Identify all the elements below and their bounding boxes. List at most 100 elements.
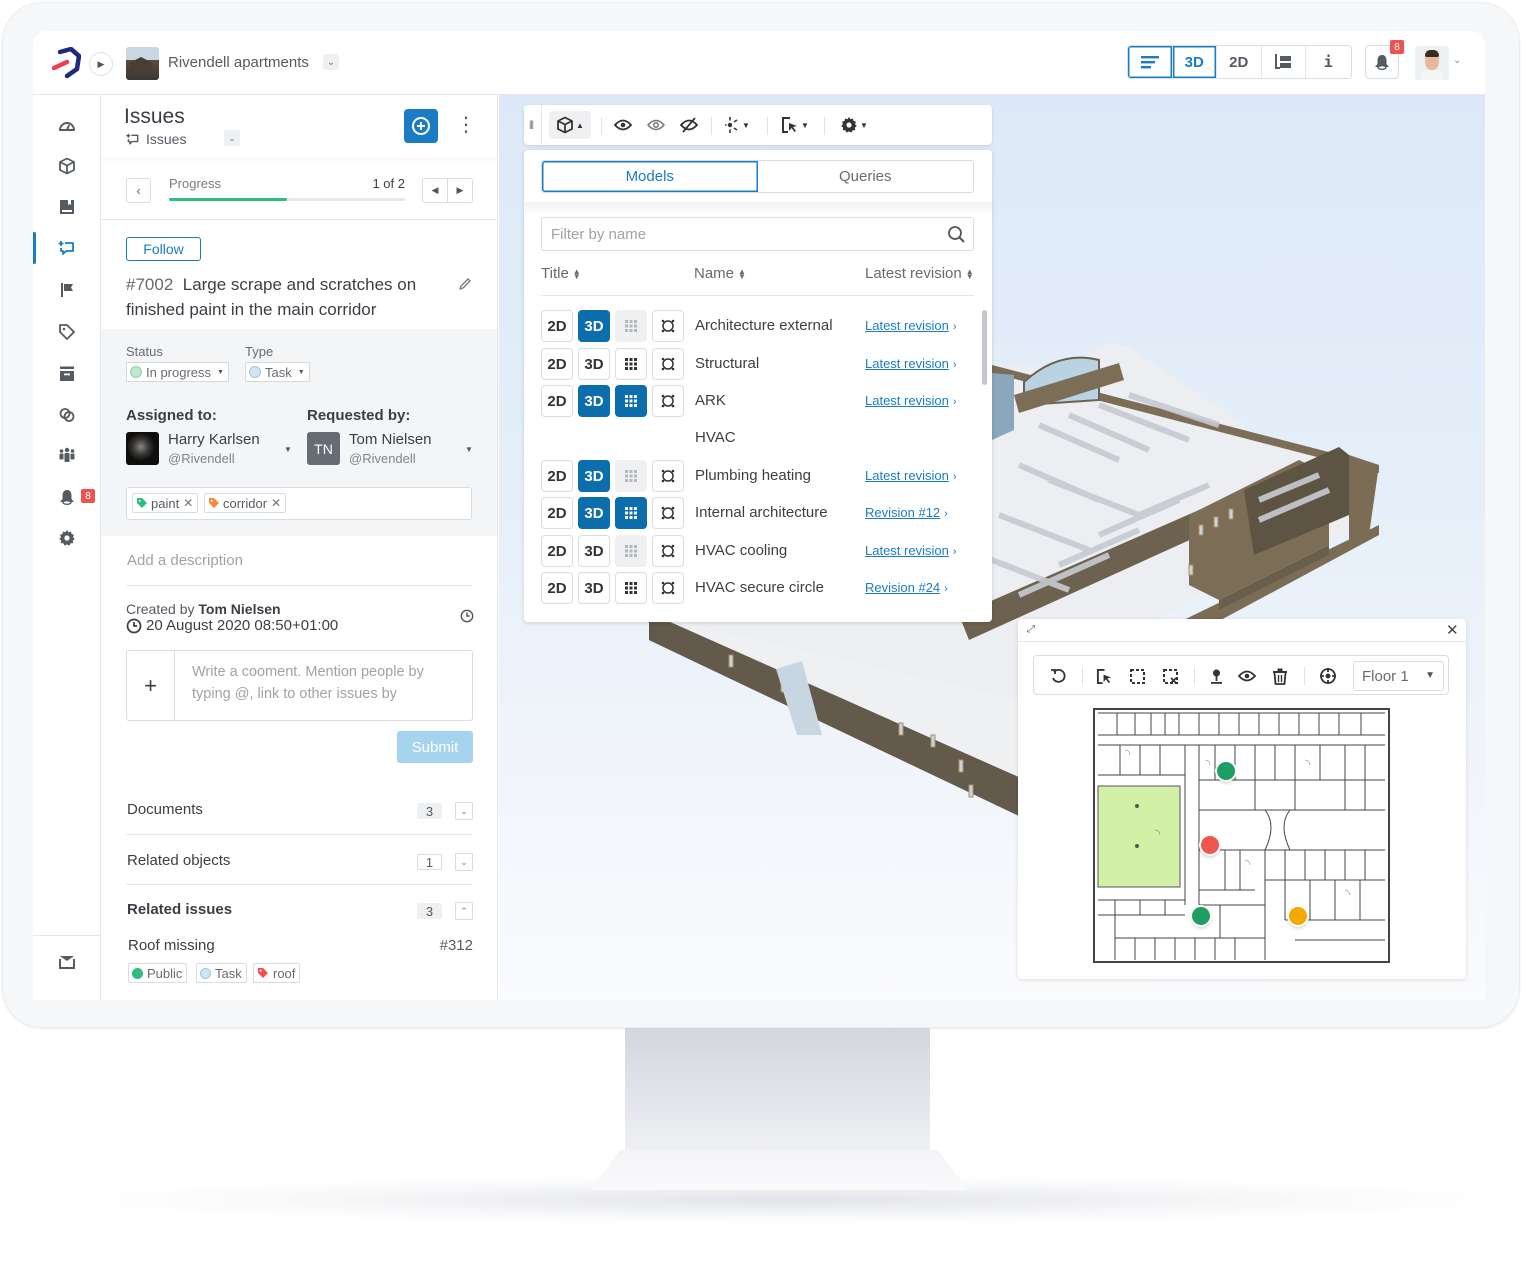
toggle-3d-button[interactable]: 3D: [578, 348, 610, 380]
toggle-grid-button[interactable]: [615, 385, 647, 417]
select-tool-button[interactable]: ▼: [779, 111, 811, 139]
model-row[interactable]: 2D 3D Internal architecture Revision #12 ›: [541, 497, 981, 531]
isolate-model-button[interactable]: [652, 310, 684, 342]
search-icon[interactable]: [947, 225, 966, 249]
revision-link-text[interactable]: Revision #24: [865, 580, 940, 595]
place-pin-button[interactable]: [1205, 665, 1227, 687]
description-field[interactable]: Add a description: [127, 552, 243, 569]
hide-button[interactable]: [678, 111, 700, 139]
chevron-up-icon[interactable]: ⌃: [455, 902, 473, 920]
issue-list-selector[interactable]: Issues: [146, 131, 186, 147]
sidebar-item-settings[interactable]: [55, 526, 79, 550]
toggle-2d-button[interactable]: 2D: [541, 535, 573, 567]
toggle-2d-button[interactable]: 2D: [541, 385, 573, 417]
toggle-2d-button[interactable]: 2D: [541, 497, 573, 529]
isolate-model-button[interactable]: [652, 348, 684, 380]
requester-name[interactable]: Tom Nielsen: [349, 431, 432, 448]
column-title[interactable]: Title ▲ ▼: [541, 265, 581, 282]
section-documents[interactable]: Documents 3 ⌄: [127, 801, 474, 821]
model-row[interactable]: 2D 3D Structural Latest revision ›: [541, 348, 981, 382]
settings-menu-button[interactable]: ▼: [838, 111, 870, 139]
more-options-icon[interactable]: ⋮: [456, 115, 476, 135]
toggle-3d-button[interactable]: 3D: [578, 310, 610, 342]
model-row[interactable]: 2D 3D ARK Latest revision ›: [541, 385, 981, 419]
sidebar-item-tags[interactable]: [55, 320, 79, 344]
sidebar-item-notifications[interactable]: [55, 485, 79, 509]
user-avatar[interactable]: [1415, 46, 1449, 80]
issue-title[interactable]: #7002 Large scrape and scratches on fini…: [126, 272, 446, 322]
sidebar-item-inbox[interactable]: [55, 950, 79, 974]
issue-marker-green[interactable]: [1192, 907, 1210, 925]
filter-input[interactable]: [542, 218, 942, 250]
section-related-issues[interactable]: Related issues 3 ⌃: [127, 901, 474, 921]
sidebar-item-flags[interactable]: [55, 278, 79, 302]
chevron-down-icon[interactable]: ⌄: [224, 130, 240, 146]
floor-select[interactable]: Floor 1 ▼: [1353, 661, 1444, 691]
chevron-down-icon[interactable]: ⌄: [455, 802, 473, 820]
floor-plan-map[interactable]: [1093, 708, 1390, 963]
revision-link-text[interactable]: Latest revision: [865, 468, 949, 483]
isolate-model-button[interactable]: [652, 385, 684, 417]
3d-viewer[interactable]: ||| ▲ ▼ ▼ ▼ Models Queries Filter by nam…: [499, 95, 1485, 1000]
revision-link-text[interactable]: Latest revision: [865, 543, 949, 558]
revision-link-text[interactable]: Latest revision: [865, 393, 949, 408]
tags-input[interactable]: paint ✕ corridor ✕: [126, 487, 472, 520]
isolate-model-button[interactable]: [652, 460, 684, 492]
related-issue-title[interactable]: Roof missing: [128, 937, 215, 954]
toggle-grid-button[interactable]: [615, 572, 647, 604]
isolate-model-button[interactable]: [652, 497, 684, 529]
expand-icon[interactable]: ⤢: [1027, 624, 1035, 635]
follow-button[interactable]: Follow: [126, 237, 201, 261]
column-latest-revision[interactable]: Latest revision ▲ ▼: [865, 265, 974, 282]
sidebar-item-dashboard[interactable]: [55, 114, 79, 138]
explode-button[interactable]: ▼: [722, 111, 752, 139]
locate-button[interactable]: [1317, 665, 1339, 687]
chevron-down-icon[interactable]: ⌄: [1453, 55, 1461, 66]
revision-link[interactable]: Latest revision ›: [865, 318, 957, 333]
back-button[interactable]: ‹: [126, 178, 151, 203]
view-mode-2d-button[interactable]: 2D: [1217, 46, 1262, 78]
drag-handle[interactable]: |||: [529, 119, 534, 129]
model-row[interactable]: 2D 3D HVAC cooling Latest revision ›: [541, 535, 981, 569]
show-button[interactable]: [612, 111, 634, 139]
sidebar-item-issues[interactable]: [55, 237, 79, 261]
toggle-3d-button[interactable]: 3D: [578, 385, 610, 417]
revision-link[interactable]: Latest revision ›: [865, 393, 957, 408]
view-mode-info-button[interactable]: i: [1306, 46, 1351, 78]
revision-link[interactable]: Latest revision ›: [865, 468, 957, 483]
toggle-2d-button[interactable]: 2D: [541, 572, 573, 604]
edit-title-button[interactable]: [458, 277, 472, 296]
close-icon[interactable]: ✕: [1446, 621, 1459, 639]
add-issue-button[interactable]: [404, 109, 438, 143]
assignee-dropdown-icon[interactable]: ▼: [284, 445, 292, 454]
next-issue-button[interactable]: ▶: [448, 179, 472, 202]
toggle-2d-button[interactable]: 2D: [541, 348, 573, 380]
revision-link-text[interactable]: Latest revision: [865, 318, 949, 333]
requester-dropdown-icon[interactable]: ▼: [465, 445, 473, 454]
isolate-model-button[interactable]: [652, 572, 684, 604]
type-select[interactable]: Task ▼: [245, 362, 310, 382]
toggle-grid-button[interactable]: [615, 348, 647, 380]
delete-button[interactable]: [1269, 665, 1291, 687]
revision-link-text[interactable]: Latest revision: [865, 356, 949, 371]
show-button[interactable]: [1236, 665, 1258, 687]
tab-models[interactable]: Models: [542, 161, 758, 192]
toggle-2d-button[interactable]: 2D: [541, 310, 573, 342]
remove-tag-icon[interactable]: ✕: [271, 496, 281, 510]
column-name[interactable]: Name ▲ ▼: [694, 265, 746, 282]
reset-button[interactable]: [1047, 665, 1069, 687]
toggle-3d-button[interactable]: 3D: [578, 497, 610, 529]
revision-link[interactable]: Revision #12 ›: [865, 505, 948, 520]
models-menu-button[interactable]: ▲: [549, 111, 591, 139]
revision-link-text[interactable]: Revision #12: [865, 505, 940, 520]
view-mode-3d-button[interactable]: 3D: [1173, 46, 1217, 78]
ghost-button[interactable]: [645, 111, 667, 139]
view-mode-split-button[interactable]: [1262, 46, 1306, 78]
app-logo[interactable]: [51, 46, 82, 79]
clear-selection-button[interactable]: [1159, 665, 1181, 687]
model-row[interactable]: 2D 3D HVAC secure circle Revision #24 ›: [541, 572, 981, 606]
status-select[interactable]: In progress ▼: [126, 362, 229, 382]
box-select-button[interactable]: [1126, 665, 1148, 687]
comment-input[interactable]: Write a cooment. Mention people by typin…: [192, 661, 462, 705]
project-name[interactable]: Rivendell apartments: [168, 54, 309, 71]
